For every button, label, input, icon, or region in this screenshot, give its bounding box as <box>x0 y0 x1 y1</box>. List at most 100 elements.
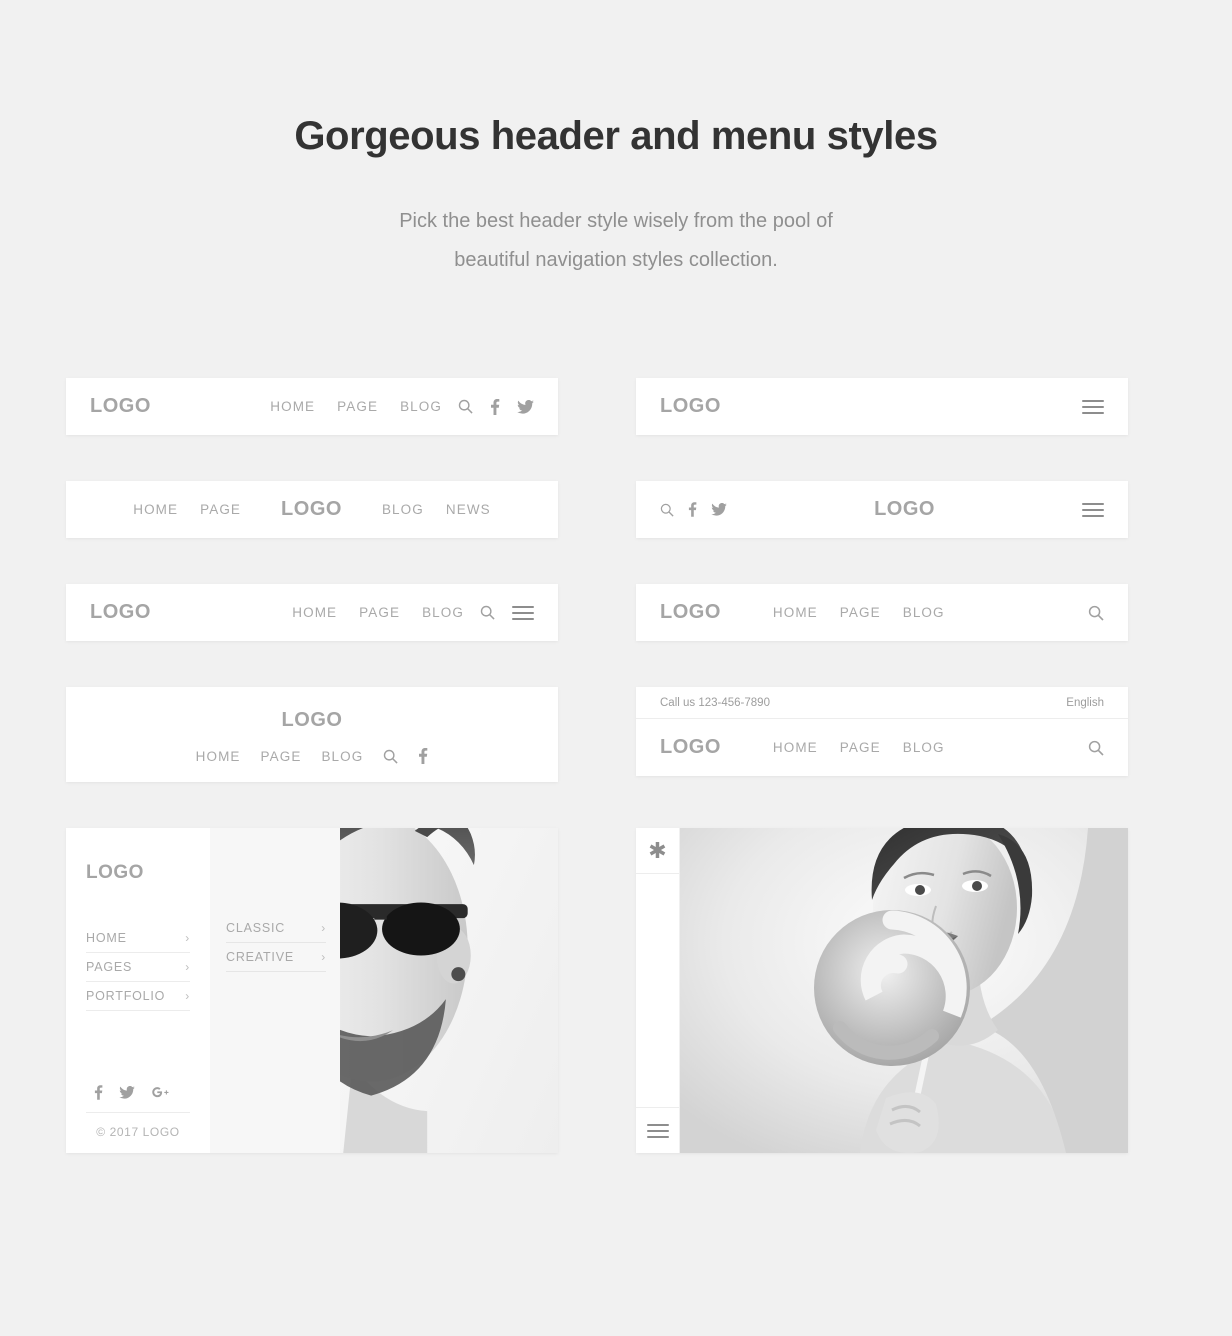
twitter-icon[interactable] <box>119 1085 135 1100</box>
logo[interactable]: LOGO <box>660 395 721 418</box>
nav-item-page[interactable]: PAGE <box>337 399 378 414</box>
nav-item-blog[interactable]: BLOG <box>903 605 945 620</box>
facebook-icon[interactable] <box>688 502 697 517</box>
grid-col-left-4: LOGO HOME PAGE BLOG <box>66 687 558 782</box>
nav-item-blog[interactable]: BLOG <box>903 740 945 755</box>
sidebar-subitem-classic[interactable]: CLASSIC › <box>226 914 326 943</box>
google-plus-icon[interactable] <box>151 1085 169 1100</box>
twitter-icon[interactable] <box>711 503 727 516</box>
header-card-logo-left-nav-search-burger[interactable]: LOGO HOME PAGE BLOG <box>66 584 558 641</box>
header-bar: LOGO HOME PAGE BLOG <box>66 584 558 641</box>
grid-col-right-3: LOGO HOME PAGE BLOG <box>636 584 1128 641</box>
sidebar-subitem-label: CLASSIC <box>226 921 286 935</box>
sidebar-menu-showcase[interactable]: LOGO HOME › PAGES › PORTFOLIO › © 2017 L… <box>66 828 558 1153</box>
nav-item-news[interactable]: NEWS <box>446 502 491 517</box>
header-card-stacked-center[interactable]: LOGO HOME PAGE BLOG <box>66 687 558 782</box>
page-subtitle-line-2: beautiful navigation styles collection. <box>454 249 778 271</box>
grid-col-left-3: LOGO HOME PAGE BLOG <box>66 584 558 641</box>
sidebar-subitem-label: CREATIVE <box>226 950 294 964</box>
primary-nav: HOME PAGE BLOG <box>292 605 464 620</box>
nav-item-home[interactable]: HOME <box>133 502 178 517</box>
sidebar-item-portfolio[interactable]: PORTFOLIO › <box>86 982 190 1011</box>
header-card-with-topbar[interactable]: Call us 123-456-7890 English LOGO HOME P… <box>636 687 1128 776</box>
sidebar-subitem-creative[interactable]: CREATIVE › <box>226 943 326 972</box>
nav-item-page[interactable]: PAGE <box>261 749 302 764</box>
nav-item-blog[interactable]: BLOG <box>400 399 442 414</box>
logo[interactable]: LOGO <box>66 709 558 732</box>
woman-with-lollipop-photo <box>680 828 1128 1153</box>
grid-row-1: LOGO HOME PAGE BLOG LOGO <box>66 378 1166 435</box>
header-styles-grid: LOGO HOME PAGE BLOG LOGO HOME PAGE LOGO … <box>66 280 1166 1153</box>
facebook-icon[interactable] <box>418 748 428 764</box>
primary-nav: HOME PAGE BLOG <box>773 605 945 620</box>
sidebar-item-pages[interactable]: PAGES › <box>86 953 190 982</box>
grid-col-right-5: ✱ <box>636 828 1128 1153</box>
page-root: Gorgeous header and menu styles Pick the… <box>0 0 1232 1336</box>
nav-item-home[interactable]: HOME <box>292 605 337 620</box>
logo[interactable]: LOGO <box>874 498 935 521</box>
vertical-nav-showcase[interactable]: ✱ <box>636 828 1128 1153</box>
logo[interactable]: LOGO <box>90 601 151 624</box>
page-subtitle: Pick the best header style wisely from t… <box>0 202 1232 280</box>
header-card-logo-left-burger[interactable]: LOGO <box>636 378 1128 435</box>
nav-item-blog[interactable]: BLOG <box>422 605 464 620</box>
search-icon[interactable] <box>458 399 473 414</box>
primary-nav: HOME PAGE BLOG <box>773 740 945 755</box>
page-title: Gorgeous header and menu styles <box>294 114 938 158</box>
grid-col-right-4: Call us 123-456-7890 English LOGO HOME P… <box>636 687 1128 782</box>
hamburger-icon[interactable] <box>1082 502 1105 517</box>
header-card-split-center-logo[interactable]: HOME PAGE LOGO BLOG NEWS <box>66 481 558 538</box>
search-icon[interactable] <box>1088 605 1104 621</box>
nav-item-page[interactable]: PAGE <box>359 605 400 620</box>
logo[interactable]: LOGO <box>660 601 721 624</box>
nav-item-blog[interactable]: BLOG <box>321 749 363 764</box>
intro-section: Gorgeous header and menu styles Pick the… <box>0 0 1232 280</box>
sidebar-item-home[interactable]: HOME › <box>86 924 190 953</box>
primary-nav: HOME PAGE BLOG <box>66 748 558 764</box>
grid-col-right-1: LOGO <box>636 378 1128 435</box>
search-icon[interactable] <box>660 503 674 517</box>
logo[interactable]: LOGO <box>86 862 190 884</box>
twitter-icon[interactable] <box>517 399 534 414</box>
chevron-right-icon: › <box>321 921 326 935</box>
nav-item-home[interactable]: HOME <box>773 740 818 755</box>
nav-item-page[interactable]: PAGE <box>200 502 241 517</box>
search-icon[interactable] <box>1088 740 1104 756</box>
logo[interactable]: LOGO <box>281 498 342 521</box>
header-bar: HOME PAGE LOGO BLOG NEWS <box>66 481 558 538</box>
primary-nav: HOME PAGE BLOG <box>270 399 442 414</box>
grid-col-right-2: LOGO <box>636 481 1128 538</box>
hamburger-icon[interactable] <box>636 1107 679 1153</box>
header-bar: LOGO <box>636 378 1128 435</box>
grid-row-4: LOGO HOME PAGE BLOG Call us 123-456-7890… <box>66 687 1166 782</box>
nav-item-blog[interactable]: BLOG <box>382 502 424 517</box>
language-selector[interactable]: English <box>1066 697 1104 709</box>
hamburger-icon[interactable] <box>1082 399 1104 414</box>
header-bar: LOGO HOME PAGE BLOG <box>636 719 1128 776</box>
hamburger-icon[interactable] <box>512 605 534 620</box>
nav-item-home[interactable]: HOME <box>773 605 818 620</box>
sidebar-menu: HOME › PAGES › PORTFOLIO › <box>86 924 190 1011</box>
logo[interactable]: LOGO <box>90 395 151 418</box>
nav-item-page[interactable]: PAGE <box>840 605 881 620</box>
header-card-social-left-center-logo-burger[interactable]: LOGO <box>636 481 1128 538</box>
vertical-nav-spacer <box>636 874 679 1107</box>
grid-row-5: LOGO HOME › PAGES › PORTFOLIO › © 2017 L… <box>66 828 1166 1153</box>
search-icon[interactable] <box>383 749 398 764</box>
sidebar-item-label: HOME <box>86 931 127 945</box>
nav-item-home[interactable]: HOME <box>196 749 241 764</box>
header-bar: LOGO HOME PAGE BLOG <box>66 687 558 782</box>
sidebar-submenu: CLASSIC › CREATIVE › <box>226 914 326 972</box>
nav-item-page[interactable]: PAGE <box>840 740 881 755</box>
sidebar-social-links <box>86 1085 190 1112</box>
facebook-icon[interactable] <box>490 398 500 415</box>
nav-item-home[interactable]: HOME <box>270 399 315 414</box>
sidebar-item-label: PORTFOLIO <box>86 989 166 1003</box>
header-card-logo-left-nav-social[interactable]: LOGO HOME PAGE BLOG <box>66 378 558 435</box>
search-icon[interactable] <box>480 605 495 620</box>
logo[interactable]: LOGO <box>660 736 721 759</box>
facebook-icon[interactable] <box>94 1085 103 1100</box>
asterisk-icon[interactable]: ✱ <box>636 828 679 874</box>
page-subtitle-line-1: Pick the best header style wisely from t… <box>399 210 833 232</box>
header-card-logo-left-nav-search[interactable]: LOGO HOME PAGE BLOG <box>636 584 1128 641</box>
